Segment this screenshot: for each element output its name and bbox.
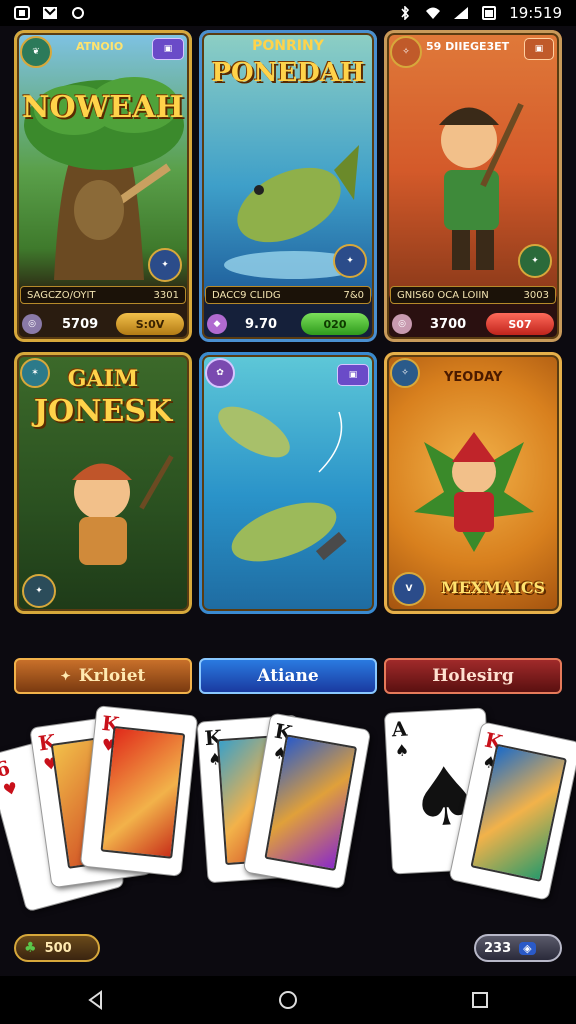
mail-icon — [43, 7, 57, 19]
card-art — [100, 725, 186, 859]
balance-badge-left[interactable]: ♣ 500 — [14, 934, 100, 962]
system-nav-bar — [0, 976, 576, 1024]
recents-button[interactable] — [460, 980, 500, 1020]
playing-card-fan-right: A ♠ ♠ K ♠ — [383, 700, 576, 970]
home-icon — [279, 991, 297, 1009]
playing-card-fan-left: 6 ♥ K ♥ K ♥ — [0, 700, 199, 970]
recents-icon — [472, 992, 488, 1008]
card-frame — [199, 30, 377, 342]
playing-card[interactable]: K ♥ — [79, 705, 199, 877]
spark-icon: ✦ — [60, 669, 71, 683]
heart-icon: ♥ — [0, 777, 20, 800]
sync-icon — [72, 7, 84, 19]
wifi-icon — [426, 7, 441, 19]
card-frame — [384, 30, 562, 342]
category-tab-3[interactable]: Holesirg — [384, 658, 562, 694]
signal-icon — [454, 7, 469, 19]
sim-icon — [14, 6, 30, 20]
card-frame — [14, 30, 192, 342]
game-card-mexmaics[interactable]: ✧ YEODAY V MEXMAICS — [384, 352, 562, 614]
game-card-noweah[interactable]: ❦ ATNOIO ▣ NOWEAH ✦ SAGCZO/OYIT 3301 ◎ 5… — [14, 30, 192, 342]
category-label: Holesirg — [432, 666, 514, 686]
battery-icon — [482, 6, 497, 20]
category-label: Atiane — [257, 666, 319, 686]
balance-value: 500 — [44, 940, 72, 956]
clock: 19:519 — [509, 4, 562, 22]
game-card-jonesk[interactable]: ✶ GAIM JONESK ✦ — [14, 352, 192, 614]
playing-card-fan-middle: K ♠ K ♠ — [196, 700, 380, 970]
balance-value: 233 — [484, 940, 512, 956]
card-frame — [199, 352, 377, 614]
balance-badge-right[interactable]: 233 ◈ — [474, 934, 562, 962]
category-label: Krloiet — [78, 666, 146, 686]
back-button[interactable] — [76, 980, 116, 1020]
game-card-ponedah[interactable]: PONRINY PONEDAH ✦ DACC9 CLIDG 7&0 ◆ 9.70… — [199, 30, 377, 342]
home-button[interactable] — [268, 980, 308, 1020]
category-tab-2[interactable]: Atiane — [199, 658, 377, 694]
game-card-fishing[interactable]: ✿ ▣ — [199, 352, 377, 614]
card-frame — [14, 352, 192, 614]
shield-icon: ◈ — [519, 941, 536, 955]
status-bar: 19:519 — [0, 0, 576, 26]
card-rank: A — [391, 716, 408, 742]
bluetooth-icon — [401, 6, 410, 20]
game-card-adventurer[interactable]: ✧ 59 DIIEGE3ET ▣ ✦ GNIS60 OCA LOIIN 3003… — [384, 30, 562, 342]
category-tab-1[interactable]: ✦ Krloiet — [14, 658, 192, 694]
back-icon — [88, 990, 102, 1010]
coin-bag-icon: ♣ — [24, 940, 37, 956]
card-frame — [384, 352, 562, 614]
